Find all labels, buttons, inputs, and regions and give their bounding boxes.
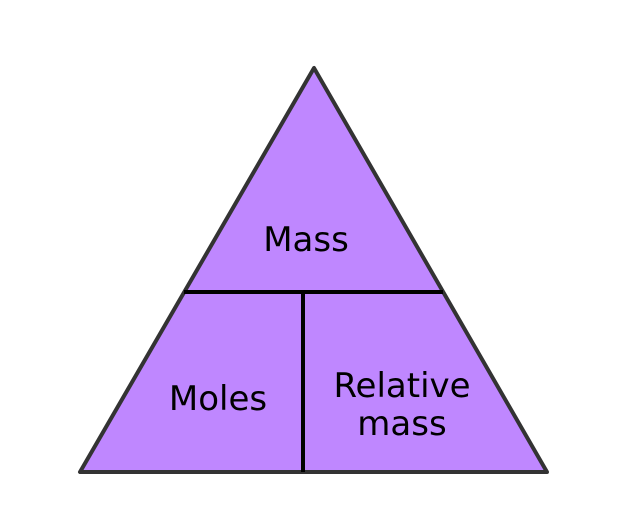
formula-triangle-diagram: Mass Moles Relative mass <box>0 0 631 505</box>
section-top-label: Mass <box>263 220 349 260</box>
triangle-outline <box>78 66 549 474</box>
triangle-svg: Mass Moles Relative mass <box>78 66 549 474</box>
section-bottom-left-label: Moles <box>169 379 267 419</box>
section-bottom-right-label-line1: Relative <box>333 366 470 406</box>
section-bottom-right-label-line2: mass <box>357 404 446 444</box>
